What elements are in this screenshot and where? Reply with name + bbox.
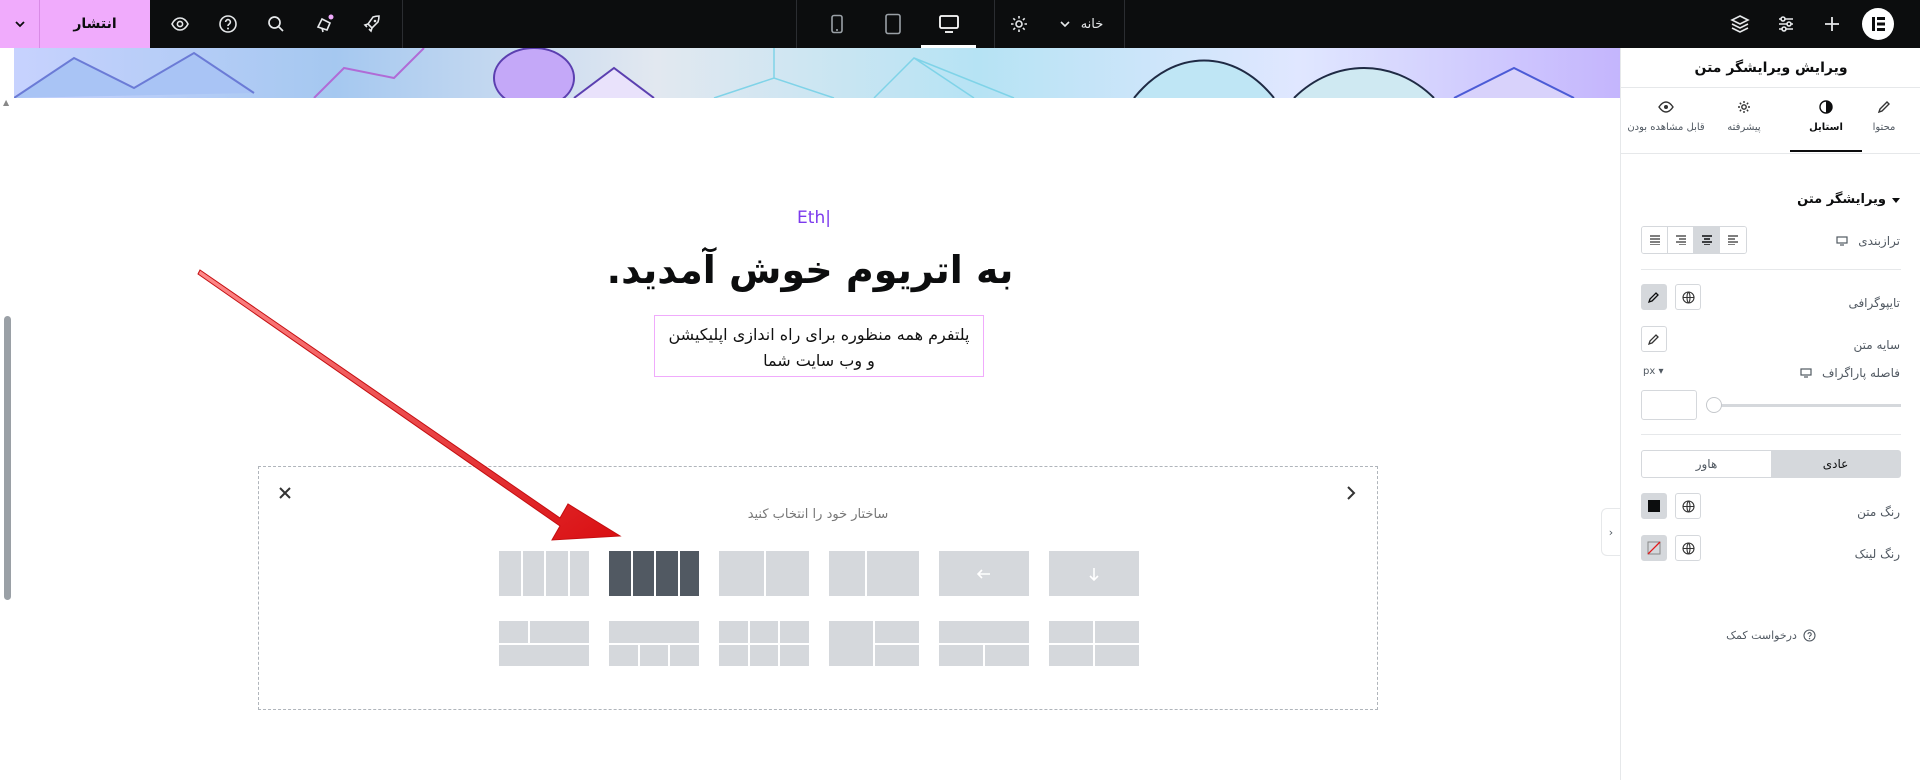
no-color-icon xyxy=(1647,541,1661,555)
align-right-button[interactable] xyxy=(1668,227,1694,253)
align-left-button[interactable] xyxy=(1720,227,1746,253)
text-color-label: رنگ متن xyxy=(1857,505,1900,519)
page-selector[interactable]: خانه xyxy=(1052,0,1110,48)
text-color-swatch[interactable] xyxy=(1641,493,1667,519)
link-color-global-button[interactable] xyxy=(1675,535,1701,561)
add-element-button[interactable] xyxy=(1818,0,1846,48)
desktop-icon xyxy=(939,15,959,33)
divider xyxy=(1641,269,1901,270)
settings-sliders-icon xyxy=(1779,16,1793,32)
color-swatch-black xyxy=(1648,500,1660,512)
preview-eye-icon xyxy=(171,17,189,31)
chevron-down-icon xyxy=(14,21,25,28)
toolbar-separator xyxy=(994,0,995,48)
preview-button[interactable] xyxy=(166,0,194,48)
toolbar-separator xyxy=(1124,0,1125,48)
caret-down-icon xyxy=(1892,197,1900,203)
state-toggle: عادی هاور xyxy=(1641,450,1901,478)
align-center-icon xyxy=(1701,235,1712,245)
publish-button[interactable]: انتشار xyxy=(40,0,150,48)
globe-icon xyxy=(1681,499,1695,513)
typography-label: تایپوگرافی xyxy=(1848,296,1900,310)
pencil-icon xyxy=(1648,334,1659,345)
align-justify-button[interactable] xyxy=(1642,227,1668,253)
alignment-row: ترازبندی xyxy=(1836,234,1900,248)
desktop-icon xyxy=(1836,236,1848,246)
help-button[interactable] xyxy=(214,0,242,48)
tab-advanced[interactable]: پیشرفته xyxy=(1708,100,1780,152)
toolbar-separator xyxy=(796,0,797,48)
site-settings-button[interactable] xyxy=(1772,0,1800,48)
alignment-buttons xyxy=(1641,226,1747,254)
device-tablet-button[interactable] xyxy=(878,0,908,48)
divider xyxy=(1641,434,1901,435)
toolbar-separator xyxy=(402,0,403,48)
mobile-icon xyxy=(831,14,843,34)
paragraph-spacing-input[interactable] xyxy=(1641,390,1697,420)
text-shadow-edit-button[interactable] xyxy=(1641,326,1667,352)
page-label: خانه xyxy=(1080,16,1104,32)
search-icon xyxy=(268,16,284,32)
align-left-icon xyxy=(1728,235,1738,245)
page-settings-icon xyxy=(1011,16,1027,32)
typography-global-button[interactable] xyxy=(1675,284,1701,310)
tabs-divider xyxy=(1621,153,1920,154)
align-right-icon xyxy=(1675,235,1686,245)
paragraph-spacing-slider-track[interactable] xyxy=(1707,404,1901,407)
chevron-down-icon xyxy=(1060,21,1070,28)
globe-icon xyxy=(1681,290,1695,304)
paragraph-spacing-slider-handle[interactable] xyxy=(1706,397,1722,413)
page-settings-button[interactable] xyxy=(1004,0,1034,48)
typography-edit-button[interactable] xyxy=(1641,284,1667,310)
rocket-icon xyxy=(363,15,380,33)
desktop-icon xyxy=(1800,368,1812,378)
align-center-button[interactable] xyxy=(1694,227,1720,253)
elementor-menu-button[interactable] xyxy=(1860,0,1896,48)
device-mobile-button[interactable] xyxy=(822,0,852,48)
settings-panel: ویرایش ویرایشگر متن محتوا استایل پیشرفته… xyxy=(1620,48,1920,780)
publish-options-button[interactable] xyxy=(0,0,40,48)
tab-visibility[interactable]: قابل مشاهده بودن xyxy=(1622,100,1710,152)
gear-icon xyxy=(1738,101,1750,113)
pencil-icon xyxy=(1877,101,1890,114)
state-hover-tab[interactable]: هاور xyxy=(1642,451,1771,477)
state-normal-tab[interactable]: عادی xyxy=(1771,451,1900,477)
tablet-icon xyxy=(885,13,901,35)
layers-icon xyxy=(1730,15,1750,33)
eye-icon xyxy=(1658,101,1674,113)
link-color-label: رنگ لینک xyxy=(1854,547,1900,561)
elementor-logo-icon xyxy=(1862,8,1894,40)
editor-root: انتشار خانه ▲ Eth| به اتریوم خوش آمدید. … xyxy=(0,0,1920,780)
getting-started-button[interactable] xyxy=(358,0,386,48)
unit-selector[interactable]: px ▾ xyxy=(1643,366,1663,377)
help-icon xyxy=(219,15,237,33)
notifications-button[interactable] xyxy=(310,0,340,48)
add-icon xyxy=(1825,17,1839,31)
top-bar: انتشار خانه xyxy=(0,0,1920,48)
help-link[interactable]: درخواست کمک xyxy=(1621,629,1920,642)
notifications-icon xyxy=(316,14,334,33)
device-desktop-button[interactable] xyxy=(934,0,964,48)
text-shadow-label: سایه متن xyxy=(1853,338,1900,352)
paragraph-spacing-row: فاصله پاراگراف xyxy=(1800,366,1900,380)
tab-style[interactable]: استایل xyxy=(1790,100,1862,152)
help-icon xyxy=(1803,629,1816,642)
text-color-global-button[interactable] xyxy=(1675,493,1701,519)
pencil-icon xyxy=(1648,292,1659,303)
globe-icon xyxy=(1681,541,1695,555)
link-color-swatch[interactable] xyxy=(1641,535,1667,561)
half-circle-icon xyxy=(1819,100,1833,114)
red-arrow-annotation xyxy=(197,269,622,541)
section-toggle-text-editor[interactable]: ویرایشگر متن xyxy=(1797,192,1900,207)
align-justify-icon xyxy=(1649,235,1660,245)
structure-button[interactable] xyxy=(1726,0,1754,48)
editor-canvas[interactable]: ▲ Eth| به اتریوم خوش آمدید. پلتفرم همه م… xyxy=(0,48,1620,780)
panel-collapse-button[interactable]: › xyxy=(1601,508,1620,556)
panel-title: ویرایش ویرایشگر متن xyxy=(1621,48,1920,88)
search-button[interactable] xyxy=(262,0,290,48)
